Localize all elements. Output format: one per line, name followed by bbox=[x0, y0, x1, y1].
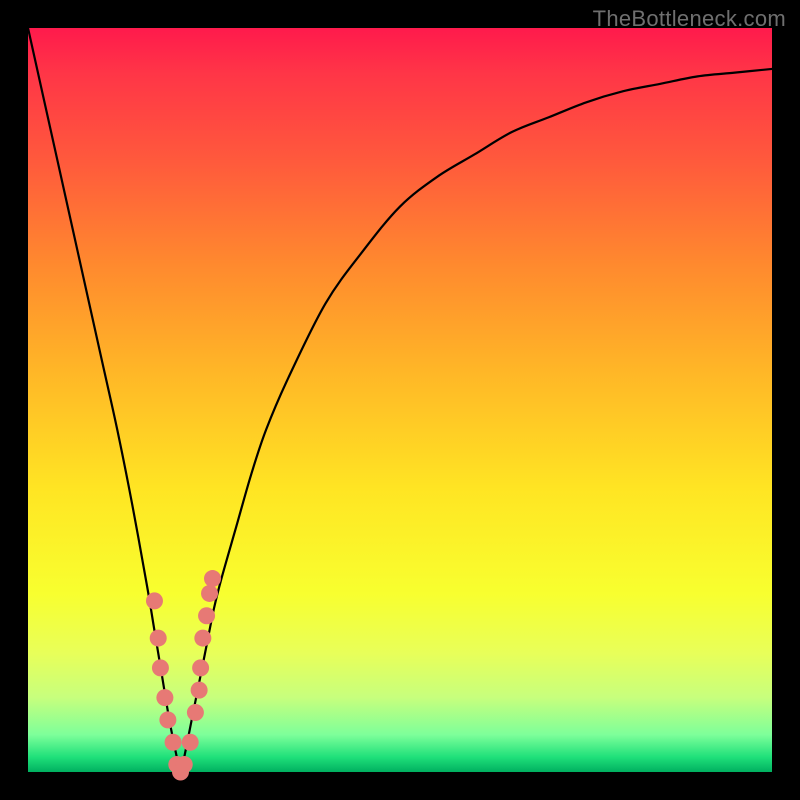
data-point bbox=[192, 659, 209, 676]
chart-frame: TheBottleneck.com bbox=[0, 0, 800, 800]
data-point bbox=[165, 734, 182, 751]
data-point bbox=[159, 711, 176, 728]
data-point bbox=[176, 756, 193, 773]
data-point bbox=[152, 659, 169, 676]
data-point bbox=[150, 630, 167, 647]
plot-area bbox=[28, 28, 772, 772]
data-point bbox=[146, 592, 163, 609]
data-point bbox=[187, 704, 204, 721]
data-point bbox=[182, 734, 199, 751]
data-point bbox=[156, 689, 173, 706]
data-point bbox=[204, 570, 221, 587]
data-point bbox=[194, 630, 211, 647]
data-point bbox=[191, 682, 208, 699]
bottleneck-curve bbox=[28, 28, 772, 772]
data-point bbox=[201, 585, 218, 602]
watermark-text: TheBottleneck.com bbox=[593, 6, 786, 32]
data-point bbox=[198, 607, 215, 624]
